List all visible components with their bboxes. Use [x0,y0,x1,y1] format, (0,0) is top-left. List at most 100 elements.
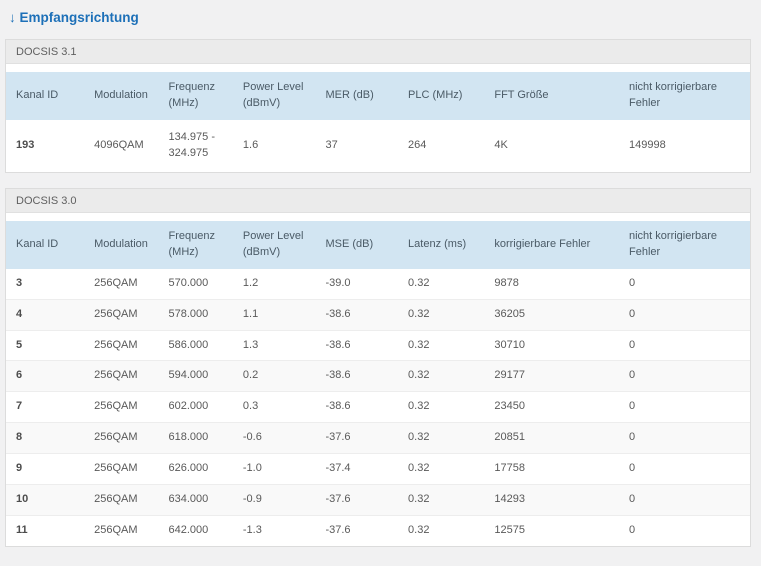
downstream-arrow-icon: ↓ Empfangsrichtung [9,10,139,25]
cell: 4K [494,138,508,151]
cell: 578.000 [168,307,209,320]
docsis30-section-label: DOCSIS 3.0 [6,188,750,213]
cell: 602.000 [168,400,209,413]
column-header: Power Level (dBmV) [242,81,304,109]
cell: 0 [629,462,636,475]
docsis31-table-head: Kanal ID Modulation Frequenz (MHz) Power Le… [6,72,750,120]
cell: 0.32 [408,493,430,506]
cell: 0 [629,524,636,537]
cell: 10 [16,493,29,506]
column-header: PLC (MHz) [408,88,463,101]
cell: -37.6 [325,524,351,537]
cell: 5 [16,338,23,351]
table-row: 5 256QAM 586.000 1.3 -38.6 0.32 30710 0 [6,330,750,361]
cell: -38.6 [325,400,351,413]
cell: 256QAM [94,307,138,320]
cell: 256QAM [94,431,138,444]
table-row: 3 256QAM 570.000 1.2 -39.0 0.32 9878 0 [6,269,750,299]
cell: 29177 [494,369,525,382]
cell: 12575 [494,524,525,537]
cell: 634.000 [168,493,209,506]
cell: 0 [629,338,636,351]
table-row: 11 256QAM 642.000 -1.3 -37.6 0.32 12575 0 [6,515,750,546]
cell: -0.6 [242,431,262,444]
cell: 256QAM [94,462,138,475]
column-header: Modulation [94,237,148,250]
cell: 134.975 - 324.975 [168,130,215,159]
table-row: 6 256QAM 594.000 0.2 -38.6 0.32 29177 0 [6,360,750,392]
column-header: MSE (dB) [325,237,374,250]
table-row: 10 256QAM 634.000 -0.9 -37.6 0.32 14293 0 [6,484,750,516]
cell: -1.0 [242,462,262,475]
cell: 264 [408,138,427,151]
cell: 30710 [494,338,525,351]
table-row: 8 256QAM 618.000 -0.6 -37.6 0.32 20851 0 [6,422,750,454]
cell: 11 [16,524,28,537]
cell: 0.32 [408,400,430,413]
cell: -1.3 [242,524,262,537]
column-header: korrigierbare Fehler [494,237,591,250]
cell: 0.32 [408,431,430,444]
table-row: 7 256QAM 602.000 0.3 -38.6 0.32 23450 0 [6,391,750,423]
cell: -39.0 [325,276,351,289]
docsis31-table: Kanal ID Modulation Frequenz (MHz) Power Le… [6,72,750,172]
table-row: 9 256QAM 626.000 -1.0 -37.4 0.32 17758 0 [6,453,750,485]
table-row: 4 256QAM 578.000 1.1 -38.6 0.32 36205 0 [6,299,750,330]
column-header: Modulation [94,88,148,101]
column-header: Latenz (ms) [408,237,467,250]
docsis30-table-body: 3 256QAM 570.000 1.2 -39.0 0.32 9878 0 4 256QAM 57… [6,269,750,546]
cell: 0.32 [408,369,430,382]
cell: 17758 [494,462,525,475]
column-header: MER (dB) [325,88,374,101]
cell: 7 [16,400,23,413]
docsis30-table: Kanal ID Modulation Frequenz (MHz) Power Le… [6,220,750,546]
header-row: Kanal ID Modulation Frequenz (MHz) Power Le… [6,72,750,120]
cell: 193 [16,138,35,151]
spacer [6,64,750,72]
cell: -38.6 [325,338,351,351]
cell: -38.6 [325,369,351,382]
cell: -37.6 [325,493,351,506]
cell: 0 [629,493,636,506]
cell: 6 [16,369,23,382]
cell: 1.3 [242,338,259,351]
cell: 256QAM [94,276,138,289]
cell: 0 [629,400,636,413]
cell: 0.32 [408,462,430,475]
cell: -0.9 [242,493,262,506]
column-header: Power Level (dBmV) [242,229,304,258]
header-row: Kanal ID Modulation Frequenz (MHz) Power Le… [6,220,750,269]
column-header: Kanal ID [16,88,59,101]
cell: -38.6 [325,307,351,320]
cell: 0.32 [408,338,430,351]
cell: 1.1 [242,307,259,320]
cell: 586.000 [168,338,209,351]
cell: 256QAM [94,338,138,351]
column-header: Kanal ID [16,237,59,250]
cell: 0 [629,276,636,289]
cell: 594.000 [168,369,209,382]
column-header: Frequenz (MHz) [168,81,215,109]
cell: 4096QAM [94,138,144,151]
cell: 256QAM [94,524,138,537]
cell: 1.2 [242,276,259,289]
cell: 23450 [494,400,525,413]
docsis30-table-card: DOCSIS 3.0 Kanal ID Modulation Frequenz (M… [5,187,751,548]
cell: 256QAM [94,493,138,506]
cell: 37 [325,138,338,151]
cell: 256QAM [94,400,138,413]
cell: 4 [16,307,23,320]
cell: -37.6 [325,431,351,444]
cell: 642.000 [168,524,209,537]
cell: 149998 [629,138,666,151]
cell: 3 [16,276,23,289]
cell: 0.3 [242,400,259,413]
spacer [6,212,750,221]
docsis31-table-card: DOCSIS 3.1 Kanal ID Modulation Frequenz (M… [5,39,751,173]
cell: 14293 [494,493,525,506]
cell: 0.32 [408,276,430,289]
cell: 626.000 [168,462,209,475]
cell: 570.000 [168,276,209,289]
cell: 618.000 [168,431,209,444]
docsis31-table-body: 193 4096QAM 134.975 - 324.975 1.6 37 264 4K 149… [6,120,750,172]
